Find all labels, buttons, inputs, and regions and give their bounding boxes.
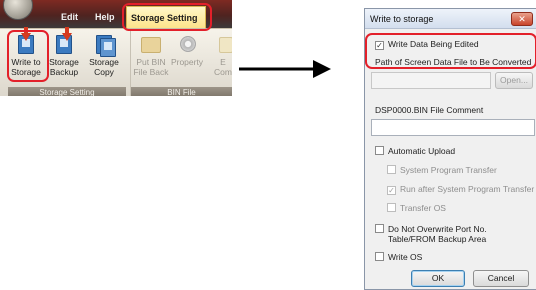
- property-label: Property: [170, 57, 204, 67]
- do-not-overwrite-label-line1: Do Not Overwrite Port No.: [388, 224, 487, 234]
- automatic-upload-checkbox[interactable]: Automatic Upload: [375, 146, 455, 156]
- checkbox-icon: [387, 203, 396, 212]
- do-not-overwrite-label-line2: Table/FROM Backup Area: [388, 234, 487, 244]
- storage-backup-label-line2: Backup: [49, 67, 79, 77]
- storage-setting-tab-highlight: [122, 3, 212, 31]
- right-arrow-icon: [239, 60, 331, 78]
- checkbox-icon: [375, 146, 384, 155]
- application-menu-button[interactable]: [3, 0, 33, 20]
- checkbox-icon: [387, 186, 396, 195]
- write-os-label: Write OS: [388, 252, 423, 262]
- storage-copy-icon: [94, 33, 116, 57]
- comment-label: DSP0000.BIN File Comment: [375, 105, 484, 115]
- transfer-os-label: Transfer OS: [400, 203, 446, 213]
- write-os-checkbox[interactable]: Write OS: [375, 252, 422, 262]
- put-bin-file-back-button[interactable]: Put BIN File Back: [133, 33, 169, 77]
- checkbox-icon: [375, 252, 384, 261]
- tab-help[interactable]: Help: [95, 12, 115, 22]
- system-program-transfer-checkbox[interactable]: System Program Transfer: [387, 165, 497, 175]
- property-button[interactable]: Property: [169, 33, 205, 67]
- checkbox-icon: [375, 224, 384, 233]
- close-button[interactable]: ✕: [511, 12, 533, 26]
- comment-button[interactable]: E Com: [205, 33, 232, 77]
- group-bin-file: Put BIN File Back Property E Com BIN Fil…: [130, 29, 232, 96]
- ok-button[interactable]: OK: [411, 270, 465, 287]
- comment-label-line2: Com: [214, 67, 232, 77]
- storage-copy-label-line1: Storage: [89, 57, 119, 67]
- do-not-overwrite-checkbox[interactable]: Do Not Overwrite Port No.: [375, 224, 487, 234]
- close-icon: ✕: [518, 14, 526, 24]
- folder-icon: [141, 33, 161, 55]
- put-bin-label-line1: Put BIN: [136, 57, 166, 67]
- group-caption-bin-file: BIN File: [131, 87, 232, 96]
- document-icon: [213, 33, 232, 55]
- system-program-transfer-label: System Program Transfer: [400, 165, 497, 175]
- comment-label-line1: E: [220, 57, 226, 67]
- gear-icon: [177, 33, 197, 55]
- put-bin-label-line2: File Back: [133, 67, 169, 77]
- open-button[interactable]: Open...: [495, 72, 533, 89]
- write-to-storage-highlight: [7, 30, 49, 82]
- run-after-transfer-checkbox[interactable]: Run after System Program Transfer: [387, 184, 534, 195]
- transfer-os-checkbox[interactable]: Transfer OS: [387, 203, 446, 213]
- automatic-upload-label: Automatic Upload: [388, 146, 456, 156]
- group-caption-storage-setting: Storage Setting: [8, 87, 126, 96]
- write-data-highlight: [365, 33, 536, 69]
- tab-edit[interactable]: Edit: [61, 12, 78, 22]
- path-input[interactable]: [371, 72, 491, 89]
- comment-input[interactable]: [371, 119, 535, 136]
- run-after-transfer-label: Run after System Program Transfer: [400, 184, 535, 194]
- storage-copy-button[interactable]: Storage Copy: [86, 33, 122, 77]
- cancel-button[interactable]: Cancel: [473, 270, 529, 287]
- storage-backup-icon: [54, 27, 74, 55]
- storage-backup-button[interactable]: Storage Backup: [46, 27, 82, 77]
- storage-copy-label-line2: Copy: [94, 67, 114, 77]
- storage-backup-label-line1: Storage: [49, 57, 79, 67]
- checkbox-icon: [387, 165, 396, 174]
